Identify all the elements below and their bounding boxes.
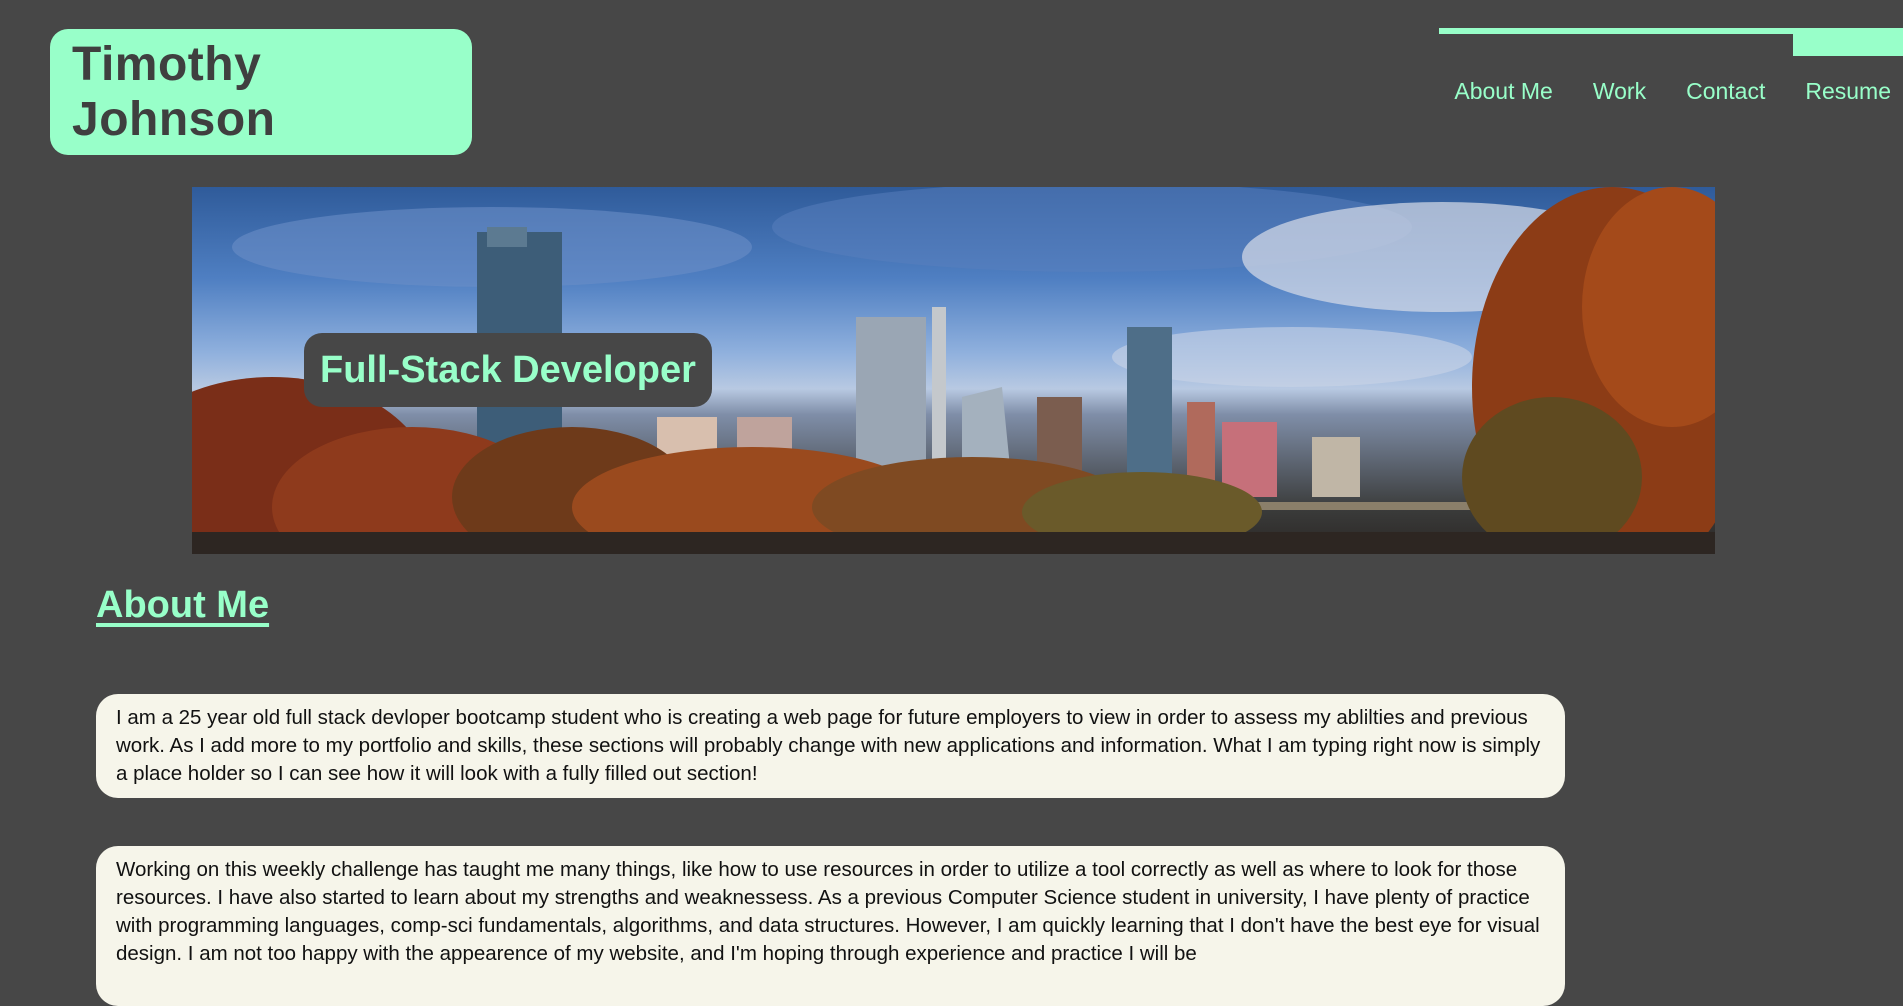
about-heading: About Me bbox=[96, 584, 270, 626]
about-paragraph: Working on this weekly challenge has tau… bbox=[116, 858, 1540, 965]
nav-link-contact[interactable]: Contact bbox=[1686, 78, 1765, 105]
hero-label: Full-Stack Developer bbox=[304, 333, 712, 407]
site-title: Timothy Johnson bbox=[72, 38, 276, 146]
main-nav: About Me Work Contact Resume bbox=[1440, 78, 1903, 105]
nav-link-work[interactable]: Work bbox=[1593, 78, 1646, 105]
nav-link-about-me[interactable]: About Me bbox=[1454, 78, 1552, 105]
about-card: I am a 25 year old full stack devloper b… bbox=[96, 694, 1565, 798]
about-paragraph: I am a 25 year old full stack devloper b… bbox=[116, 706, 1541, 785]
nav-link-resume[interactable]: Resume bbox=[1805, 78, 1891, 105]
about-card: Working on this weekly challenge has tau… bbox=[96, 846, 1565, 1006]
nav-decor-block bbox=[1793, 28, 1903, 56]
hero-label-text: Full-Stack Developer bbox=[320, 348, 696, 391]
site-title-box: Timothy Johnson bbox=[50, 29, 472, 155]
hero-banner: Full-Stack Developer bbox=[192, 187, 1715, 554]
